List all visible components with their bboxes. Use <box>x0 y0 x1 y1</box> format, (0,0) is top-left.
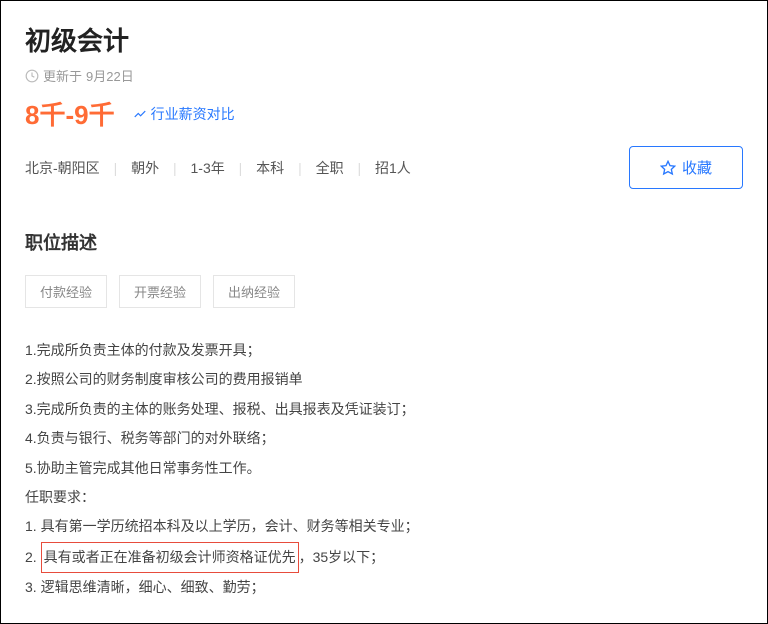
highlight-text: 具有或者正在准备初级会计师资格证优先 <box>41 542 299 573</box>
star-icon <box>660 160 676 176</box>
salary-row: 8千-9千 行业薪资对比 <box>25 95 743 132</box>
desc-item: 1.完成所负责主体的付款及发票开具； <box>25 336 743 365</box>
collect-button[interactable]: 收藏 <box>629 146 743 189</box>
separator: | <box>357 160 361 176</box>
salary-compare-link[interactable]: 行业薪资对比 <box>133 104 235 124</box>
separator: | <box>239 160 243 176</box>
requirements-title: 任职要求： <box>25 483 743 512</box>
desc-item: 2.按照公司的财务制度审核公司的费用报销单 <box>25 365 743 394</box>
description-section: 职位描述 付款经验 开票经验 出纳经验 1.完成所负责主体的付款及发票开具； 2… <box>25 229 743 603</box>
separator: | <box>298 160 302 176</box>
clock-icon <box>25 69 39 83</box>
meta-education: 本科 <box>256 160 284 176</box>
chart-icon <box>133 107 147 121</box>
salary-compare-label: 行业薪资对比 <box>151 104 235 124</box>
section-title: 职位描述 <box>25 229 743 255</box>
meta-list: 北京-朝阳区 | 朝外 | 1-3年 | 本科 | 全职 | 招1人 <box>25 158 411 178</box>
meta-jobtype: 全职 <box>316 160 344 176</box>
tags-row: 付款经验 开票经验 出纳经验 <box>25 275 743 308</box>
meta-location: 北京-朝阳区 <box>25 160 100 176</box>
separator: | <box>173 160 177 176</box>
req2-prefix: 2. <box>25 549 41 565</box>
update-date: 9月22日 <box>86 66 134 85</box>
meta-area: 朝外 <box>131 160 159 176</box>
salary-amount: 8千-9千 <box>25 95 115 132</box>
meta-headcount: 招1人 <box>375 160 411 176</box>
separator: | <box>114 160 118 176</box>
collect-label: 收藏 <box>682 157 712 178</box>
desc-item: 3.完成所负责的主体的账务处理、报税、出具报表及凭证装订； <box>25 395 743 424</box>
tag-item: 付款经验 <box>25 275 107 308</box>
meta-row: 北京-朝阳区 | 朝外 | 1-3年 | 本科 | 全职 | 招1人 收藏 <box>25 146 743 189</box>
tag-item: 出纳经验 <box>213 275 295 308</box>
req-item: 2. 具有或者正在准备初级会计师资格证优先，35岁以下； <box>25 542 743 573</box>
req-item: 1. 具有第一学历统招本科及以上学历，会计、财务等相关专业； <box>25 512 743 541</box>
tag-item: 开票经验 <box>119 275 201 308</box>
desc-item: 4.负责与银行、税务等部门的对外联络； <box>25 424 743 453</box>
meta-experience: 1-3年 <box>191 160 225 176</box>
job-header: 初级会计 更新于 9月22日 8千-9千 行业薪资对比 北京-朝阳区 | 朝外 <box>25 21 743 189</box>
update-info: 更新于 9月22日 <box>25 66 743 85</box>
description-list: 1.完成所负责主体的付款及发票开具； 2.按照公司的财务制度审核公司的费用报销单… <box>25 336 743 603</box>
req-item: 3. 逻辑思维清晰，细心、细致、勤劳； <box>25 573 743 602</box>
job-title: 初级会计 <box>25 21 743 58</box>
update-prefix: 更新于 <box>43 66 82 85</box>
req2-suffix: ，35岁以下； <box>299 549 385 565</box>
desc-item: 5.协助主管完成其他日常事务性工作。 <box>25 454 743 483</box>
